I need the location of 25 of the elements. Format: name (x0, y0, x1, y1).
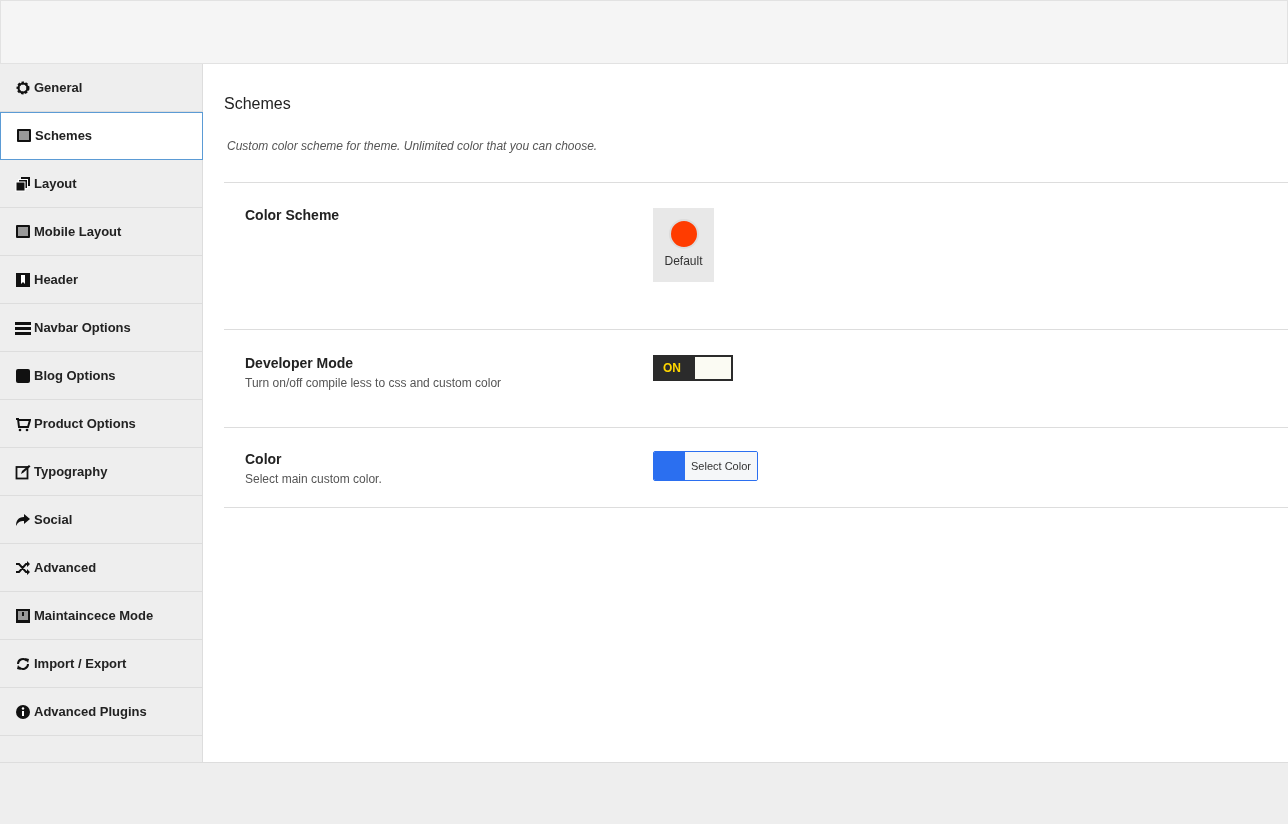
bookmark-icon (15, 271, 31, 288)
field-label: Color Scheme (245, 206, 341, 225)
section-title: Schemes (224, 94, 292, 114)
toggle-switch[interactable]: ON (653, 355, 733, 381)
scheme-option[interactable]: Default (653, 208, 714, 282)
monitor-icon (15, 223, 31, 240)
gear-icon (15, 79, 31, 96)
scheme-label: Default (664, 253, 703, 270)
sidebar-item[interactable]: Schemes (0, 112, 203, 160)
field-help: Turn on/off compile less to css and custom color (245, 375, 503, 392)
cart-icon (15, 415, 31, 432)
stacked-squares-icon (15, 175, 31, 192)
monitor-icon (15, 607, 31, 624)
section-description: Custom color scheme for theme. Unlimited color that you can choose. (224, 137, 1288, 183)
refresh-icon (15, 655, 31, 672)
menu-icon (15, 319, 31, 336)
field-help: Select main custom color. (245, 471, 383, 488)
monitor-icon (16, 128, 32, 144)
shuffle-icon (15, 559, 31, 576)
edit-icon (15, 463, 31, 480)
field-label: Developer Mode (245, 354, 355, 373)
share-icon (15, 511, 31, 528)
info-icon (15, 703, 31, 720)
field-label: Color (245, 450, 283, 469)
color-picker[interactable]: Select Color (653, 451, 758, 481)
